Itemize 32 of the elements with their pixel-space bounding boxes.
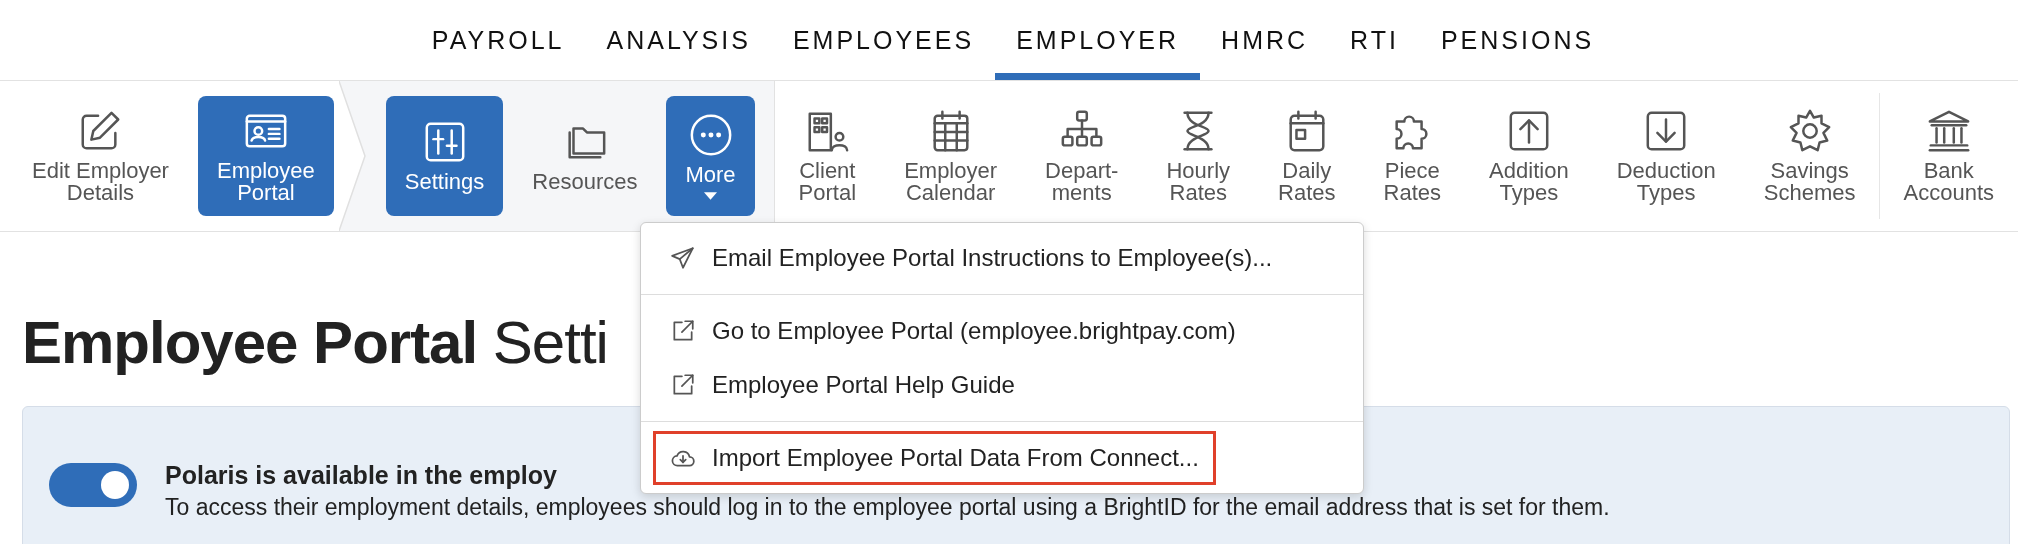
toolbar-button[interactable]: Employer Calendar [885,96,1017,216]
nav-tab[interactable]: HMRC [1200,0,1330,80]
nav-tab[interactable]: RTI [1329,0,1420,80]
nav-tab[interactable]: ANALYSIS [585,0,772,80]
toolbar-button[interactable]: Piece Rates [1364,96,1461,216]
banner-text: To access their employment details, employees should log in to the employee portal using a BrightID for the email address that is set for them. [165,493,1610,522]
toolbar-button[interactable]: Savings Schemes [1744,96,1875,216]
banner-title: Polaris is available in the employ [165,460,557,491]
menu-item[interactable]: Import Employee Portal Data From Connect... [653,431,1216,485]
toolbar-button[interactable]: Addition Types [1470,96,1588,216]
menu-item[interactable]: Email Employee Portal Instructions to Employee(s)... [653,231,1351,285]
toolbar-button[interactable]: Client Portal [779,96,876,216]
menu-item[interactable]: Go to Employee Portal (employee.brightpay.com) [653,304,1351,358]
nav-tab[interactable]: PENSIONS [1419,0,1616,80]
toolbar-button[interactable]: More [666,96,755,216]
toolbar-button[interactable]: Depart- ments [1026,96,1138,216]
external-link-icon [670,318,696,344]
nav-tab[interactable]: PAYROLL [410,0,586,80]
toggle-switch[interactable] [49,463,137,507]
menu-item[interactable]: Employee Portal Help Guide [653,358,1351,412]
toolbar-button[interactable]: Daily Rates [1259,96,1355,216]
toolbar-button[interactable]: Resources [513,96,657,216]
nav-tab[interactable]: EMPLOYEES [771,0,996,80]
toolbar-button[interactable]: Employee Portal [198,96,334,216]
toolbar-button[interactable]: Deduction Types [1597,96,1735,216]
toolbar-button[interactable]: Edit Employer Details [13,96,188,216]
external-link-icon [670,372,696,398]
page-title: Employee Portal Setti [22,308,608,378]
toolbar-button[interactable]: Hourly Rates [1147,96,1250,216]
send-icon [670,245,696,271]
toolbar-button[interactable]: Settings [385,96,504,216]
toolbar-button[interactable]: Bank Accounts [1884,96,2013,216]
